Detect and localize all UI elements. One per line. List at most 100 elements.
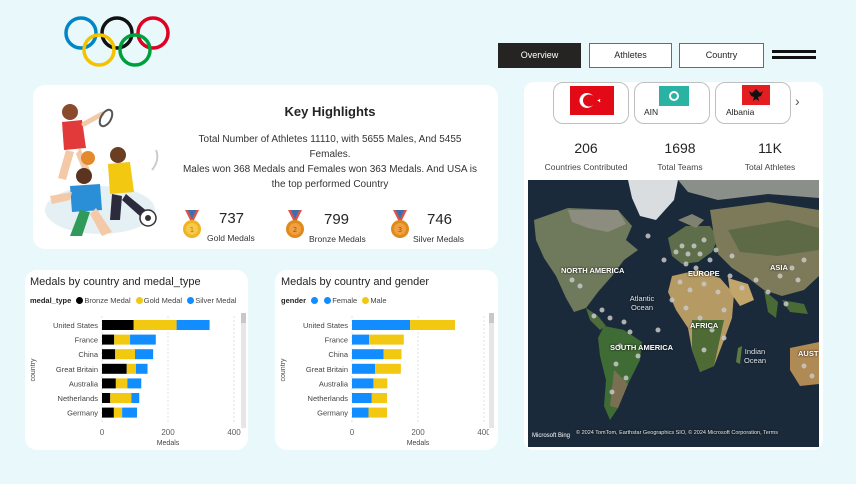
chart1-category-label: China xyxy=(78,350,98,359)
chart2-bar xyxy=(375,363,401,374)
gold-medal-label: Gold Medals xyxy=(207,233,255,243)
highlight-line-medals: Males won 368 Medals and Females won 363… xyxy=(182,164,478,190)
chart1-y-axis-title: country xyxy=(30,358,37,381)
chart2-bar xyxy=(352,393,372,403)
chart1-bar xyxy=(102,378,116,389)
chart1-category-label: France xyxy=(75,336,98,345)
kpi-athletes-value: 11K xyxy=(758,140,782,156)
flag-card-turkey[interactable] xyxy=(553,82,629,124)
chart1-category-label: Great Britain xyxy=(56,365,98,374)
chart1-bar xyxy=(110,393,132,403)
chart2-x-tick: 200 xyxy=(411,428,425,437)
chart2-bar xyxy=(373,378,388,389)
chart1-category-label: United States xyxy=(53,321,98,330)
kpi-athletes-label: Total Athletes xyxy=(744,162,796,172)
map-label-south-america: SOUTH AMERICA xyxy=(610,343,674,352)
chart2-legend-female: Female xyxy=(332,296,358,305)
flag-label-ain: AIN xyxy=(644,107,659,117)
chart1-bar xyxy=(135,363,148,374)
map-label-indian: Indian Ocean xyxy=(743,347,767,365)
map-label-africa: AFRICA xyxy=(690,321,719,330)
chart2-category-label: Germany xyxy=(317,409,348,418)
kpi-countries-label: Countries Contributed xyxy=(544,162,628,172)
chart1-legend-silver: Silver Medal xyxy=(195,296,237,305)
chart2-category-label: France xyxy=(325,336,348,345)
gold-medal-count: 737 xyxy=(219,210,245,227)
bronze-medal-count: 799 xyxy=(324,211,350,228)
chart2-x-axis-title: Medals xyxy=(407,440,430,447)
chart2-category-label: United States xyxy=(303,321,348,330)
chart2-legend-male: Male xyxy=(370,296,387,305)
chart2-category-label: Australia xyxy=(319,379,349,388)
kpi-countries-value: 206 xyxy=(574,140,598,156)
map-attribution: © 2024 TomTom, Earthstar Geographics SIO… xyxy=(576,430,779,436)
chart1-x-tick: 0 xyxy=(100,428,105,437)
chart2-title: Medals by country and gender xyxy=(281,276,429,288)
chart1-bar xyxy=(135,349,154,360)
chart1-legend-dot-bronze xyxy=(76,297,84,304)
chart1-bar xyxy=(133,320,177,330)
chart1-bar xyxy=(102,334,115,345)
chart2-category-label: Great Britain xyxy=(306,365,348,374)
chevron-right-icon[interactable]: › xyxy=(795,93,800,109)
ain-flag-icon xyxy=(659,86,689,106)
chart1-bar xyxy=(131,393,140,403)
chart2-legend-title: gender xyxy=(281,296,307,305)
chart2-legend-dot-female xyxy=(324,297,332,304)
kpi-teams-label: Total Teams xyxy=(657,162,703,172)
svg-text:3: 3 xyxy=(398,226,402,234)
chart2-legend: gender Female Male xyxy=(281,296,387,305)
chart2-bar xyxy=(352,407,369,418)
chart1-bar xyxy=(102,407,114,418)
silver-medal-icon: 3 xyxy=(391,210,409,238)
chart2-bar xyxy=(368,407,387,418)
flag-label-albania: Albania xyxy=(726,107,755,117)
chart2-bar xyxy=(352,334,370,345)
map-country-markers xyxy=(569,233,815,395)
chart1-bar xyxy=(126,363,136,374)
world-map[interactable]: NORTH AMERICA EUROPE ASIA AFRICA SOUTH A… xyxy=(528,180,819,447)
athletes-illustration xyxy=(45,104,159,236)
chart1-plot: 0 200 400 United States France China Great Bri… xyxy=(30,316,241,447)
kpi-teams-value: 1698 xyxy=(664,140,696,156)
tab-athletes[interactable]: Athletes xyxy=(589,43,672,68)
svg-text:1: 1 xyxy=(190,226,194,234)
chart1-bar xyxy=(127,378,142,389)
albania-flag-icon xyxy=(742,85,770,105)
flag-card-albania[interactable]: Albania xyxy=(715,82,791,124)
chart2-legend-dot-male xyxy=(362,297,370,304)
chart2-bar xyxy=(352,349,384,360)
key-highlights-text: Total Number of Athletes 11110, with 565… xyxy=(180,132,480,192)
chart1-x-axis-title: Medals xyxy=(157,440,180,447)
menu-icon[interactable] xyxy=(772,50,816,62)
gold-medal-icon: 1 xyxy=(183,210,201,238)
chart1-bar xyxy=(114,334,131,345)
turkey-flag-icon xyxy=(570,86,614,115)
chart1-bar xyxy=(115,349,135,360)
bronze-medal-label: Bronze Medals xyxy=(309,234,366,244)
chart1-scroll-thumb[interactable] xyxy=(241,313,246,323)
chart1-bar xyxy=(102,349,116,360)
chart1-legend-dot-silver xyxy=(187,297,195,304)
chart2-bar xyxy=(383,349,402,360)
chart2-scrollbar[interactable] xyxy=(489,313,494,428)
chart1-title: Medals by country and medal_type xyxy=(30,276,201,288)
chart1-category-label: Germany xyxy=(67,409,98,418)
chart2-scroll-thumb[interactable] xyxy=(489,313,494,323)
chart2-legend-dot-blank xyxy=(311,297,319,304)
map-brand-logo: Microsoft Bing xyxy=(532,433,571,439)
tab-overview[interactable]: Overview xyxy=(498,43,581,68)
chart2-category-label: Netherlands xyxy=(308,394,349,403)
chart2-bar xyxy=(371,393,387,403)
chart1-legend-bronze: Bronze Medal xyxy=(84,296,131,305)
chart1-category-label: Australia xyxy=(69,379,99,388)
chart1-x-tick: 200 xyxy=(161,428,175,437)
chart1-bar xyxy=(115,378,128,389)
silver-medal-count: 746 xyxy=(427,211,453,228)
chart1-bar xyxy=(113,407,123,418)
chart2-y-axis-title: country xyxy=(280,358,287,381)
flag-card-ain[interactable]: AIN xyxy=(634,82,710,124)
chart1-scrollbar[interactable] xyxy=(241,313,246,428)
chart1-bar xyxy=(102,393,111,403)
tab-country[interactable]: Country xyxy=(679,43,764,68)
